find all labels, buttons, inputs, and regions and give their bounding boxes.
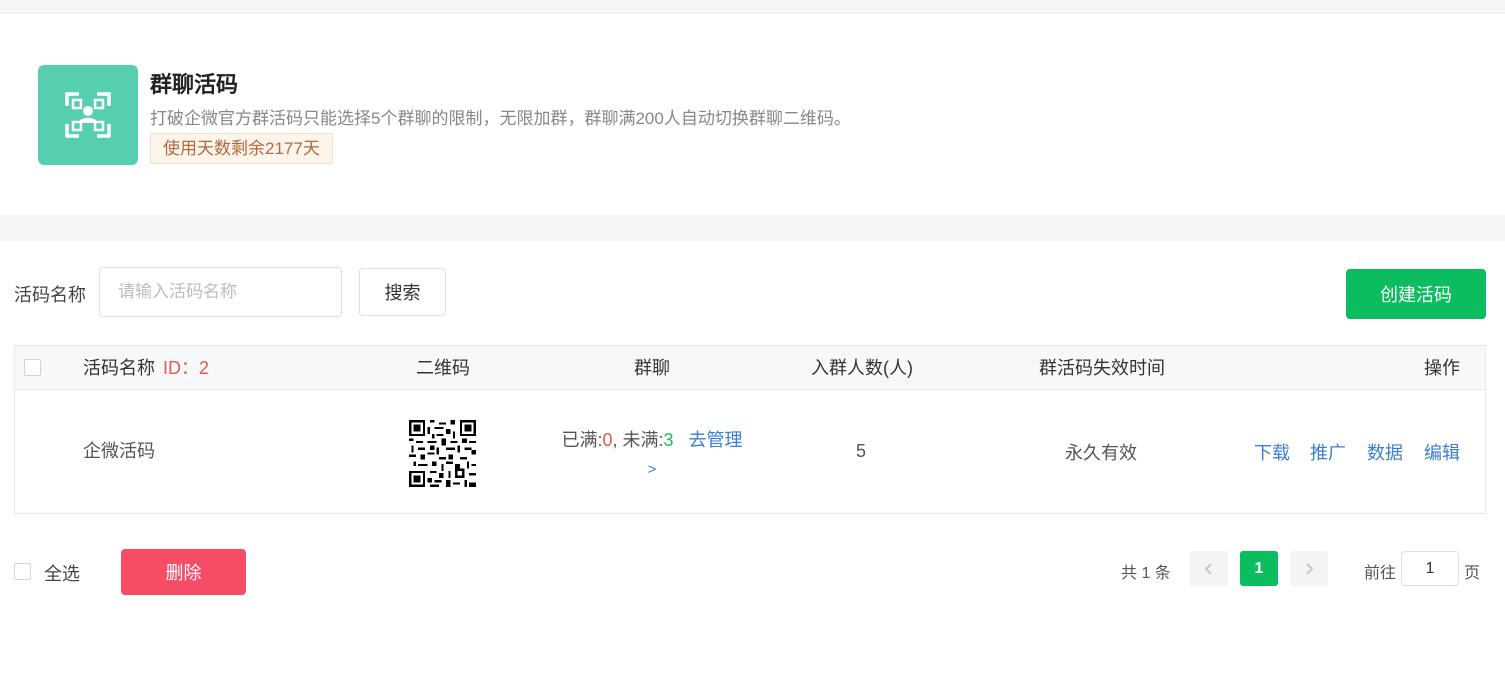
codes-table: 活码名称 ID：2 二维码 群聊 入群人数(人) 群活码失效时间 操作 企微活码 — [14, 345, 1486, 514]
next-page-button[interactable] — [1290, 551, 1328, 586]
search-label: 活码名称 — [14, 285, 86, 305]
table-header: 活码名称 ID：2 二维码 群聊 入群人数(人) 群活码失效时间 操作 — [15, 346, 1485, 390]
column-header-actions: 操作 — [1424, 358, 1460, 378]
group-full-count: 0 — [602, 430, 613, 450]
search-input[interactable] — [99, 267, 342, 317]
feature-description: 打破企微官方群活码只能选择5个群聊的限制，无限加群，群聊满200人自动切换群聊二… — [150, 109, 851, 128]
top-strip — [0, 0, 1505, 14]
prev-page-button[interactable] — [1190, 551, 1228, 586]
page-number-current[interactable]: 1 — [1240, 551, 1278, 586]
row-group-status: 已满:0, 未满:3 去管理 > — [555, 426, 749, 484]
page-suffix-label: 页 — [1464, 565, 1481, 582]
row-expire-time: 永久有效 — [1065, 443, 1137, 463]
column-header-members: 入群人数(人) — [811, 358, 913, 378]
delete-button[interactable]: 删除 — [121, 549, 246, 595]
download-action[interactable]: 下载 — [1254, 439, 1290, 465]
group-notfull-count: 3 — [663, 430, 674, 450]
column-header-qrcode: 二维码 — [416, 358, 470, 378]
promote-action[interactable]: 推广 — [1310, 439, 1346, 465]
column-id-label: ID：2 — [163, 358, 210, 378]
section-divider — [0, 215, 1505, 241]
manage-groups-link[interactable]: 去管理 — [689, 430, 743, 450]
select-all-checkbox[interactable] — [14, 563, 31, 580]
create-code-button[interactable]: 创建活码 — [1346, 269, 1486, 319]
row-code-name: 企微活码 — [83, 441, 155, 461]
feature-title: 群聊活码 — [150, 72, 239, 97]
row-member-count: 5 — [856, 441, 867, 461]
remaining-days-badge: 使用天数剩余2177天 — [150, 133, 333, 164]
qr-scan-person-icon-graphic — [65, 92, 111, 138]
group-separator: , 未满: — [612, 430, 664, 450]
data-action[interactable]: 数据 — [1367, 439, 1403, 465]
search-button[interactable]: 搜索 — [359, 268, 446, 316]
column-name-label: 活码名称 — [83, 358, 155, 378]
goto-label: 前往 — [1364, 565, 1397, 582]
header-select-checkbox[interactable] — [24, 359, 41, 376]
column-header-name: 活码名称 ID：2 — [83, 346, 209, 390]
group-full-label: 已满: — [561, 430, 603, 450]
chevron-left-icon — [1204, 562, 1212, 575]
qr-code-image[interactable] — [409, 420, 476, 487]
column-header-group: 群聊 — [634, 358, 670, 378]
manage-groups-arrow[interactable]: > — [648, 461, 657, 478]
edit-action[interactable]: 编辑 — [1424, 439, 1460, 465]
select-all-label[interactable]: 全选 — [44, 560, 80, 586]
pagination-total: 共 1 条 — [1121, 565, 1171, 582]
qr-scan-person-icon — [38, 65, 138, 165]
column-header-expire: 群活码失效时间 — [1039, 358, 1165, 378]
chevron-right-icon — [1306, 562, 1314, 575]
goto-page-input[interactable] — [1401, 551, 1459, 586]
